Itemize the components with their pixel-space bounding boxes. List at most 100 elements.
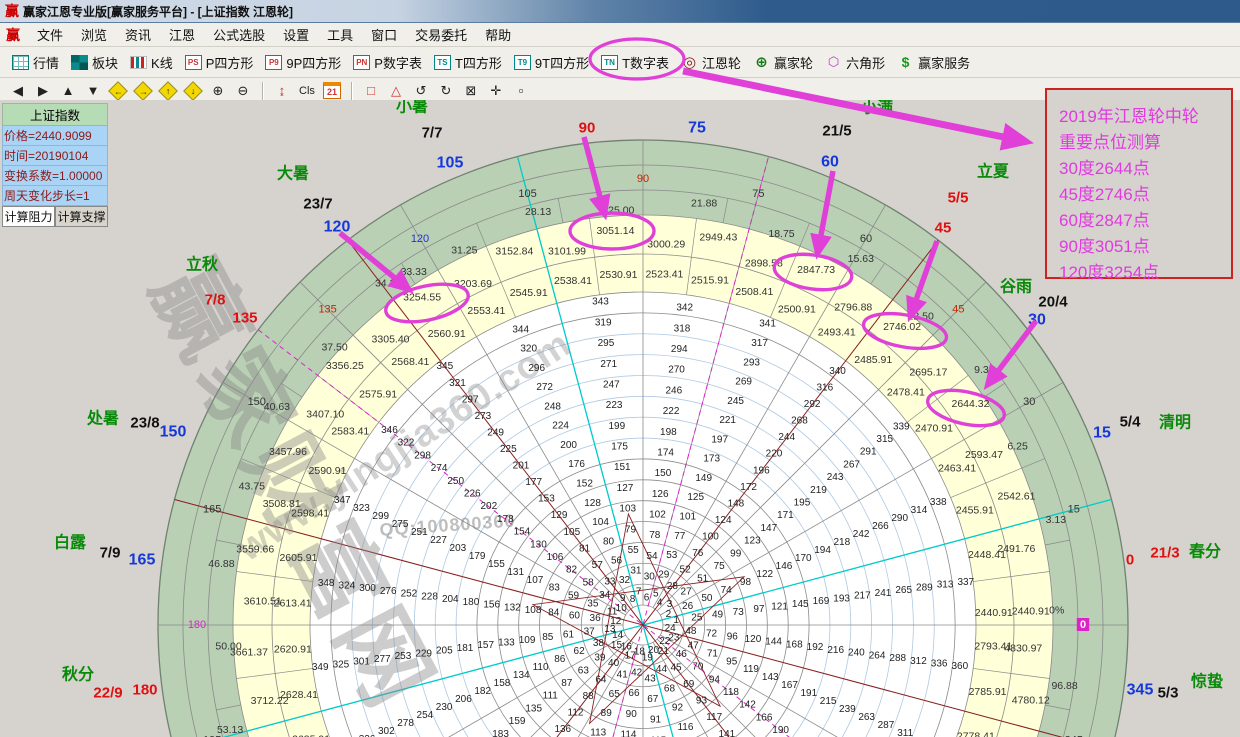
svg-text:40: 40 xyxy=(608,658,620,669)
svg-text:292: 292 xyxy=(804,399,821,410)
outer-price-label: 3305.40 xyxy=(372,334,410,346)
rotate-cw-button[interactable]: ↻ xyxy=(434,80,458,101)
inner-price-label: 2440.91 xyxy=(975,607,1013,619)
svg-text:277: 277 xyxy=(374,654,391,665)
menu-item-资讯[interactable]: 资讯 xyxy=(116,23,160,46)
svg-text:141: 141 xyxy=(719,729,736,737)
menu-item-帮助[interactable]: 帮助 xyxy=(476,23,520,46)
menu-item-窗口[interactable]: 窗口 xyxy=(362,23,406,46)
toolbar-button-K线[interactable]: K线 xyxy=(124,51,179,74)
date-label: 21/5 xyxy=(822,123,851,140)
calendar-button[interactable]: 21 xyxy=(320,80,344,101)
svg-text:66: 66 xyxy=(628,688,640,699)
zoom-in-button[interactable]: ⊕ xyxy=(206,80,230,101)
svg-text:120: 120 xyxy=(745,634,762,645)
pointer-tool-button[interactable]: ▫ xyxy=(509,80,533,101)
expand-tool-button[interactable]: ✛ xyxy=(484,80,508,101)
degree-outer-label: 345 xyxy=(1127,682,1154,699)
shift-up-button[interactable]: ↑ xyxy=(156,80,180,101)
toolbar-button-赢家轮[interactable]: ⊕赢家轮 xyxy=(747,51,819,74)
svg-text:319: 319 xyxy=(595,317,612,328)
menu-item-设置[interactable]: 设置 xyxy=(274,23,318,46)
grid-icon xyxy=(12,55,29,70)
toolbar-button-江恩轮[interactable]: ◎江恩轮 xyxy=(675,51,747,74)
svg-text:72: 72 xyxy=(706,629,718,640)
menu-item-浏览[interactable]: 浏览 xyxy=(72,23,116,46)
nav-up-button[interactable]: ▲ xyxy=(56,80,80,101)
degree-outer-label: 90 xyxy=(579,120,596,137)
button-计算支撑[interactable]: 计算支撑 xyxy=(55,206,108,227)
svg-text:92: 92 xyxy=(672,703,684,714)
svg-text:169: 169 xyxy=(813,596,830,607)
svg-text:291: 291 xyxy=(860,447,877,458)
inner-price-label: 2620.91 xyxy=(274,643,312,655)
toolbar-button-9P四方形[interactable]: P99P四方形 xyxy=(259,51,347,74)
toolbar-button-T数字表[interactable]: TNT数字表 xyxy=(595,51,675,74)
rect-tool-button[interactable]: □ xyxy=(359,80,383,101)
inner-price-label: 2583.41 xyxy=(331,425,369,437)
svg-text:301: 301 xyxy=(353,657,370,668)
svg-text:170: 170 xyxy=(795,553,812,564)
nav-back-button[interactable]: ◀ xyxy=(6,80,30,101)
toolbar-button-行情[interactable]: 行情 xyxy=(6,51,65,74)
rotate-ccw-button[interactable]: ↺ xyxy=(409,80,433,101)
shift-right-button[interactable]: → xyxy=(131,80,155,101)
svg-text:294: 294 xyxy=(671,344,688,355)
svg-text:349: 349 xyxy=(312,662,329,673)
svg-text:103: 103 xyxy=(619,504,636,515)
hexagon-icon: ⬡ xyxy=(825,55,842,70)
svg-text:70: 70 xyxy=(692,662,704,673)
svg-text:37: 37 xyxy=(584,627,596,638)
toolbar-button-P数字表[interactable]: PNP数字表 xyxy=(347,51,428,74)
svg-text:148: 148 xyxy=(728,498,745,509)
toolbar-button-9T四方形[interactable]: T99T四方形 xyxy=(508,51,595,74)
degree-outer-label: 105 xyxy=(437,155,464,172)
svg-text:94: 94 xyxy=(709,674,721,685)
toolbar-button-label: K线 xyxy=(151,53,173,72)
zoom-out-button[interactable]: ⊖ xyxy=(231,80,255,101)
menu-item-江恩[interactable]: 江恩 xyxy=(160,23,204,46)
svg-text:2: 2 xyxy=(666,609,672,620)
svg-text:264: 264 xyxy=(869,650,886,661)
svg-text:302: 302 xyxy=(378,726,395,737)
svg-text:267: 267 xyxy=(843,459,860,470)
toolbar-button-T四方形[interactable]: TST四方形 xyxy=(428,51,508,74)
toolbar-button-板块[interactable]: 板块 xyxy=(65,51,124,74)
svg-text:88: 88 xyxy=(583,691,595,702)
svg-text:337: 337 xyxy=(957,577,974,588)
svg-text:204: 204 xyxy=(442,594,459,605)
menu-item-交易委托[interactable]: 交易委托 xyxy=(406,23,476,46)
degree-label: 75 xyxy=(752,188,764,200)
triangle-tool-button[interactable]: △ xyxy=(384,80,408,101)
toolbar-button-P四方形[interactable]: PSP四方形 xyxy=(179,51,260,74)
svg-text:173: 173 xyxy=(703,454,720,465)
select-region-button[interactable]: ⊠ xyxy=(459,80,483,101)
callout-line-2: 30度2644点 xyxy=(1059,156,1231,182)
toolbar-button-赢家服务[interactable]: $赢家服务 xyxy=(891,51,976,74)
svg-text:225: 225 xyxy=(500,444,517,455)
svg-text:246: 246 xyxy=(665,385,682,396)
svg-text:96: 96 xyxy=(727,631,739,642)
shift-down-button[interactable]: ↓ xyxy=(181,80,205,101)
svg-text:87: 87 xyxy=(561,678,573,689)
gann-wheel-chart-area[interactable]: 赢家财富网www.yingjia360.comQQ:10080036012345… xyxy=(0,100,1240,737)
solar-term-label: 秋分 xyxy=(62,665,94,684)
degree-label: 90 xyxy=(637,173,649,185)
svg-text:206: 206 xyxy=(455,694,472,705)
shift-left-button[interactable]: ← xyxy=(106,80,130,101)
menu-item-文件[interactable]: 文件 xyxy=(28,23,72,46)
toolbar-button-六角形[interactable]: ⬡六角形 xyxy=(819,51,891,74)
button-计算阻力[interactable]: 计算阻力 xyxy=(2,206,55,227)
menu-item-公式选股[interactable]: 公式选股 xyxy=(204,23,274,46)
svg-text:146: 146 xyxy=(776,561,793,572)
blocks-icon xyxy=(71,55,88,70)
nav-down-button[interactable]: ▼ xyxy=(81,80,105,101)
cls-button[interactable]: Cls xyxy=(295,80,319,101)
menu-item-工具[interactable]: 工具 xyxy=(318,23,362,46)
nav-forward-button[interactable]: ▶ xyxy=(31,80,55,101)
svg-text:59: 59 xyxy=(568,591,580,602)
inner-price-label: 2568.41 xyxy=(391,356,429,368)
svg-text:178: 178 xyxy=(497,514,514,525)
scale-axis-button[interactable]: ↨ xyxy=(270,80,294,101)
svg-text:241: 241 xyxy=(875,588,892,599)
